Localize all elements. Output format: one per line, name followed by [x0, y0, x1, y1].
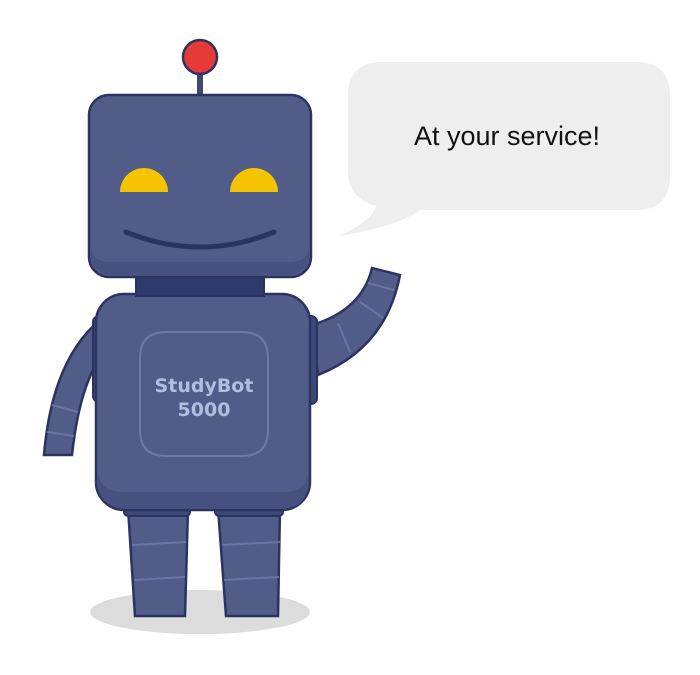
right-leg: [216, 506, 282, 618]
antenna-ball: [181, 38, 219, 76]
speech-bubble-text: At your service!: [414, 121, 600, 151]
chest-label-line2: 5000: [178, 399, 231, 421]
left-leg: [126, 506, 190, 618]
speech-bubble: At your service!: [338, 62, 670, 236]
robot-illustration: At your service! StudyBot 5000: [0, 0, 700, 675]
head: [87, 93, 313, 279]
chest-label-line1: StudyBot: [155, 375, 254, 397]
robot-svg: At your service! StudyBot 5000: [42, 38, 670, 634]
torso: StudyBot 5000: [94, 292, 312, 512]
right-arm: [310, 266, 402, 377]
